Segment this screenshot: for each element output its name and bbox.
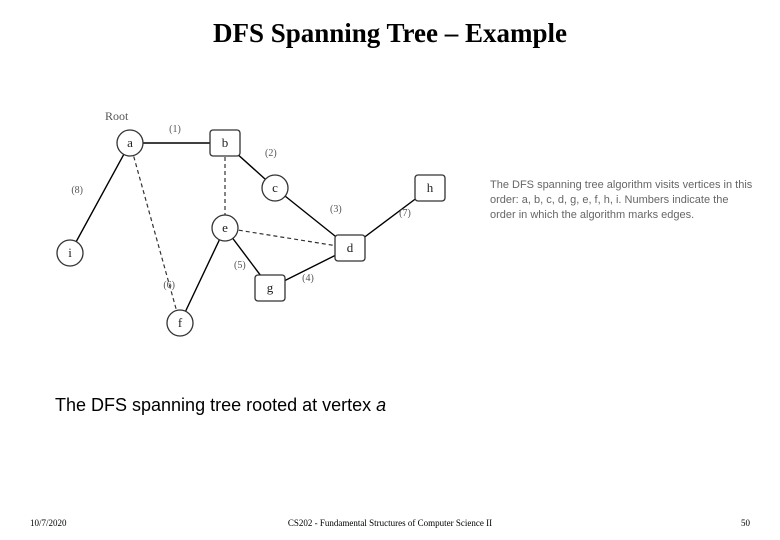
footer-page-number: 50 xyxy=(741,518,750,528)
node-h-label: h xyxy=(427,180,434,195)
node-d-label: d xyxy=(347,240,354,255)
node-h: h xyxy=(415,175,445,201)
caption-vertex: a xyxy=(376,395,386,415)
node-i: i xyxy=(57,240,83,266)
edge-e-f xyxy=(180,228,225,323)
edge-label-3: (3) xyxy=(330,204,342,215)
footer-course: CS202 - Fundamental Structures of Comput… xyxy=(0,518,780,528)
edge-a-i xyxy=(70,143,130,253)
figure-area: (1) (2) (3) (4) (5) (6) (7) (8) a b c xyxy=(30,88,750,348)
node-d: d xyxy=(335,235,365,261)
edge-label-8: (8) xyxy=(71,185,83,196)
node-c-label: c xyxy=(272,180,278,195)
node-f-label: f xyxy=(178,315,183,330)
edge-label-7: (7) xyxy=(399,208,411,219)
slide-title: DFS Spanning Tree – Example xyxy=(0,18,780,49)
edge-label-4: (4) xyxy=(302,273,314,284)
edge-e-d-back xyxy=(225,228,350,248)
node-b: b xyxy=(210,130,240,156)
node-a: a xyxy=(117,130,143,156)
edge-label-5: (5) xyxy=(234,260,246,271)
node-g-label: g xyxy=(267,280,274,295)
node-g: g xyxy=(255,275,285,301)
node-e-label: e xyxy=(222,220,228,235)
node-f: f xyxy=(167,310,193,336)
slide: DFS Spanning Tree – Example (1) (2) (3) … xyxy=(0,0,780,540)
edge-label-6: (6) xyxy=(163,280,175,291)
edge-label-1: (1) xyxy=(169,124,181,135)
node-b-label: b xyxy=(222,135,229,150)
root-label: Root xyxy=(105,109,129,123)
node-e: e xyxy=(212,215,238,241)
caption: The DFS spanning tree rooted at vertex a xyxy=(55,395,386,416)
dfs-graph: (1) (2) (3) (4) (5) (6) (7) (8) a b c xyxy=(30,88,470,348)
node-c: c xyxy=(262,175,288,201)
node-i-label: i xyxy=(68,245,72,260)
node-a-label: a xyxy=(127,135,133,150)
explanation-text: The DFS spanning tree algorithm visits v… xyxy=(490,178,755,223)
edge-a-f-back xyxy=(130,143,180,323)
caption-prefix: The DFS spanning tree rooted at vertex xyxy=(55,395,376,415)
edge-label-2: (2) xyxy=(265,148,277,159)
